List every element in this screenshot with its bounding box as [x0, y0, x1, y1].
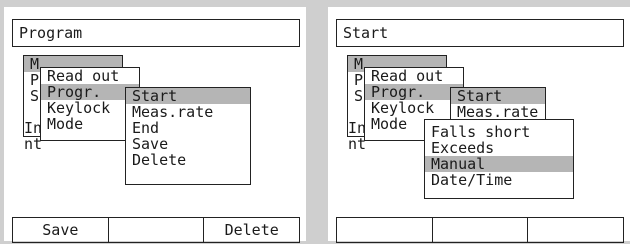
program-item-start[interactable]: Start [126, 88, 250, 104]
program-item-start[interactable]: Start [451, 88, 545, 104]
start-item-exceeds[interactable]: Exceeds [425, 140, 573, 156]
submenu-item-keylock[interactable]: Keylock [365, 100, 463, 116]
softkey-middle[interactable] [107, 218, 204, 242]
screen-title: Start [336, 19, 624, 47]
softkey-delete[interactable]: Delete [203, 218, 299, 242]
program-item-meas-rate[interactable]: Meas.rate [451, 104, 545, 120]
start-item-date-time[interactable]: Date/Time [425, 172, 573, 188]
submenu-item-progr[interactable]: Progr. [365, 84, 463, 100]
left-screen: Program M P S In nt Read out Progr. Keyl… [3, 6, 307, 243]
start-menu: Falls short Exceeds Manual Date/Time [424, 119, 574, 199]
softkey-bar: Save Delete [12, 217, 300, 243]
softkey-left[interactable] [337, 218, 432, 242]
program-item-end[interactable]: End [126, 120, 250, 136]
right-screen: Start M P S In nt Read out Progr. Keyloc… [327, 6, 630, 243]
start-item-manual[interactable]: Manual [425, 156, 573, 172]
start-item-falls-short[interactable]: Falls short [425, 124, 573, 140]
program-menu: Start Meas.rate End Save Delete [125, 87, 251, 185]
program-item-delete[interactable]: Delete [126, 152, 250, 168]
program-item-save[interactable]: Save [126, 136, 250, 152]
program-item-meas-rate[interactable]: Meas.rate [126, 104, 250, 120]
softkey-right[interactable] [527, 218, 623, 242]
softkey-middle[interactable] [431, 218, 528, 242]
screen-title: Program [12, 19, 300, 47]
submenu-item-read-out[interactable]: Read out [41, 68, 139, 84]
submenu-item-read-out[interactable]: Read out [365, 68, 463, 84]
softkey-bar [336, 217, 624, 243]
program-menu: Start Meas.rate [450, 87, 546, 123]
softkey-save[interactable]: Save [13, 218, 108, 242]
